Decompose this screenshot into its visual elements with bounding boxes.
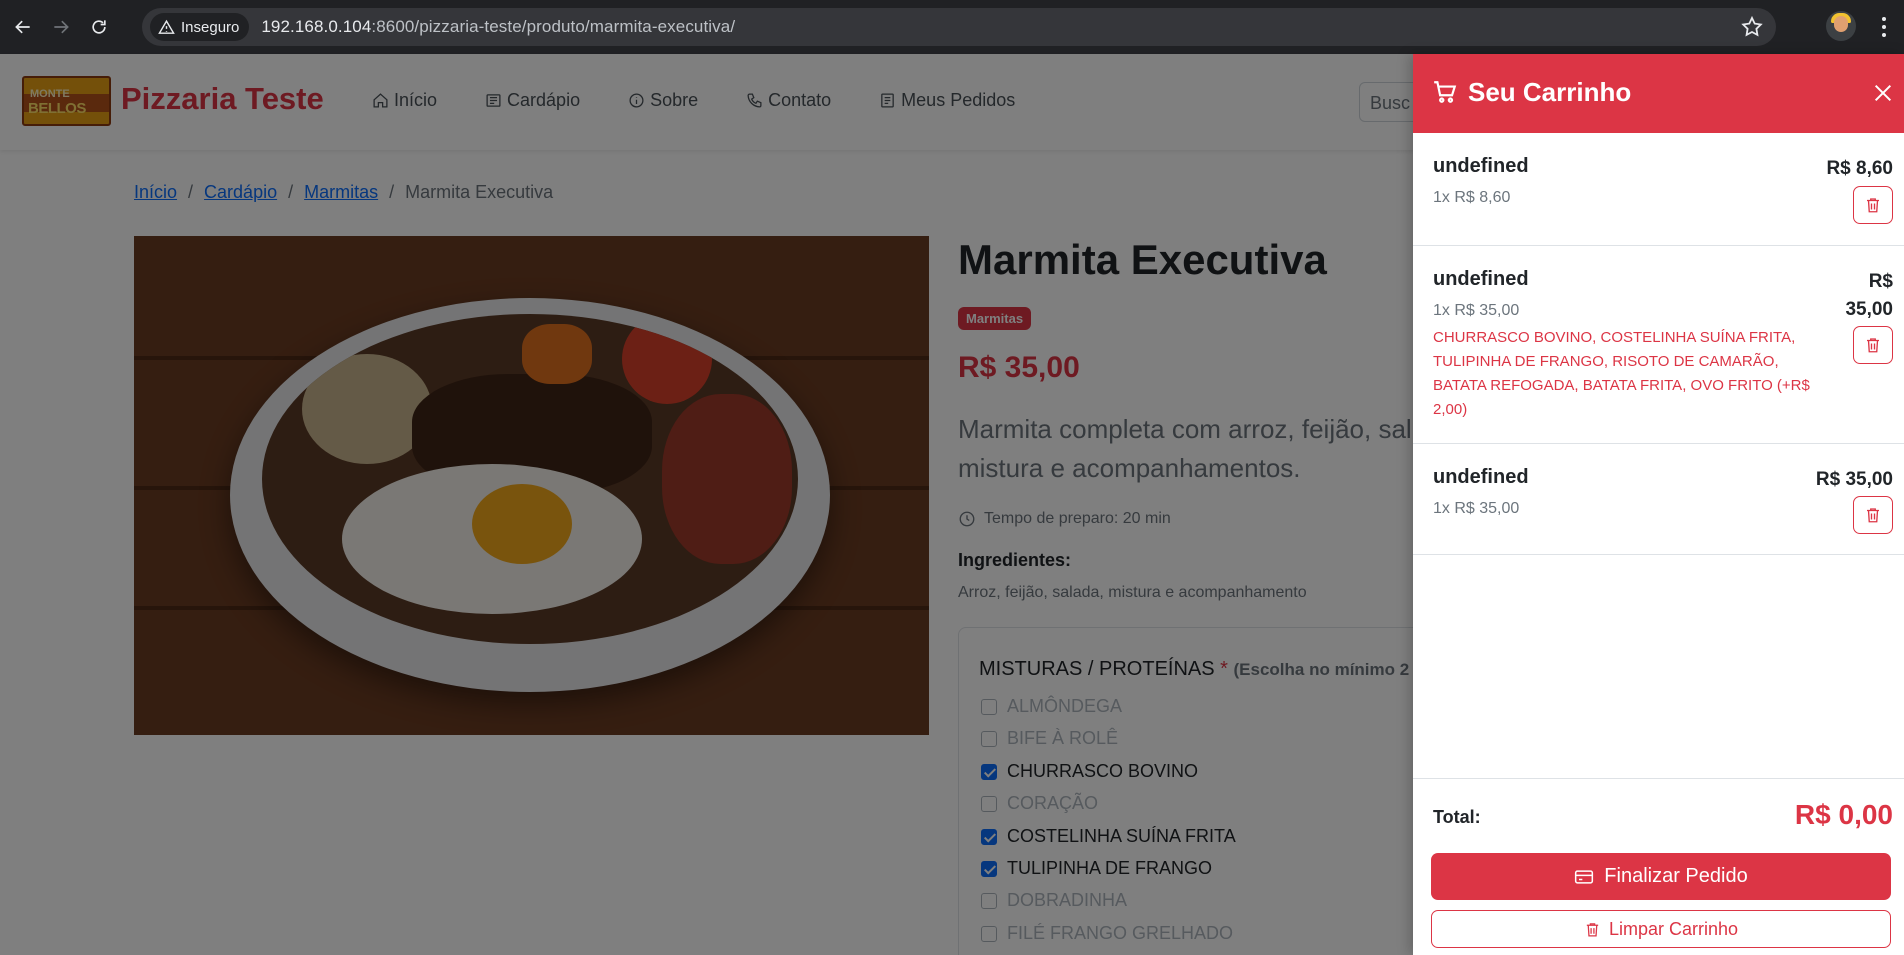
cart-item-name: undefined: [1433, 268, 1529, 290]
cart-footer: Total: R$ 0,00 Finalizar Pedido Limpar C…: [1413, 778, 1904, 955]
cart-item: undefined 1x R$ 35,00 R$ 35,00: [1413, 444, 1904, 555]
cart-item-qty: 1x R$ 8,60: [1433, 189, 1511, 206]
trash-icon: [1867, 508, 1879, 523]
cart-icon: [1434, 81, 1457, 103]
url-path: :8600/pizzaria-teste/produto/marmita-exe…: [371, 17, 736, 36]
trash-icon: [1867, 198, 1879, 213]
cart-item-qty: 1x R$ 35,00: [1433, 500, 1520, 517]
cart-item-name: undefined: [1433, 466, 1529, 488]
remove-item-button[interactable]: [1853, 326, 1893, 364]
browser-toolbar: Inseguro 192.168.0.104:8600/pizzaria-tes…: [0, 0, 1904, 54]
cart-header: Seu Carrinho: [1413, 54, 1904, 133]
checkout-button[interactable]: Finalizar Pedido: [1431, 853, 1891, 900]
browser-menu-icon[interactable]: [1882, 17, 1886, 37]
trash-icon: [1586, 922, 1599, 937]
cart-title: Seu Carrinho: [1468, 77, 1632, 107]
cart-drawer: Seu Carrinho undefined 1x R$ 8,60 R$ 8,6…: [1413, 54, 1904, 955]
avatar-face: [1834, 16, 1848, 32]
back-button[interactable]: [6, 10, 40, 44]
reload-button[interactable]: [82, 10, 116, 44]
cart-item-price: R$ 8,60: [1826, 158, 1893, 179]
cart-item-name: undefined: [1433, 155, 1529, 177]
clear-cart-button[interactable]: Limpar Carrinho: [1431, 910, 1891, 948]
trash-icon: [1867, 338, 1879, 353]
cart-item-price-line1: R$: [1868, 271, 1893, 292]
warning-icon: [158, 19, 175, 34]
security-chip[interactable]: Inseguro: [150, 13, 250, 41]
security-label: Inseguro: [181, 18, 240, 36]
clear-cart-label: Limpar Carrinho: [1608, 918, 1739, 939]
credit-card-icon: [1575, 869, 1594, 884]
cart-item-price: R$ 35,00: [1815, 469, 1893, 490]
forward-button[interactable]: [44, 10, 78, 44]
cart-item-price-line2: 35,00: [1845, 299, 1893, 320]
cart-item-price: R$ 35,00: [1845, 268, 1893, 324]
bookmark-star-icon[interactable]: [1740, 15, 1764, 39]
profile-avatar[interactable]: [1826, 11, 1856, 41]
arrow-left-icon: [15, 20, 30, 34]
address-bar[interactable]: Inseguro 192.168.0.104:8600/pizzaria-tes…: [142, 8, 1776, 46]
checkout-label: Finalizar Pedido: [1604, 865, 1748, 887]
cart-item: undefined 1x R$ 8,60 R$ 8,60: [1413, 133, 1904, 246]
remove-item-button[interactable]: [1853, 186, 1893, 224]
close-icon[interactable]: [1872, 82, 1894, 104]
cart-item-extras: CHURRASCO BOVINO, COSTELINHA SUÍNA FRITA…: [1433, 329, 1810, 418]
remove-item-button[interactable]: [1853, 496, 1893, 534]
url-text[interactable]: 192.168.0.104:8600/pizzaria-teste/produt…: [261, 17, 735, 37]
cart-item: undefined 1x R$ 35,00 CHURRASCO BOVINO, …: [1413, 246, 1904, 444]
total-value: R$ 0,00: [1794, 799, 1893, 830]
cart-item-qty: 1x R$ 35,00: [1433, 302, 1520, 319]
total-label: Total:: [1433, 807, 1481, 827]
arrow-right-icon: [54, 20, 69, 34]
reload-icon: [92, 20, 106, 34]
url-host: 192.168.0.104: [261, 17, 372, 36]
